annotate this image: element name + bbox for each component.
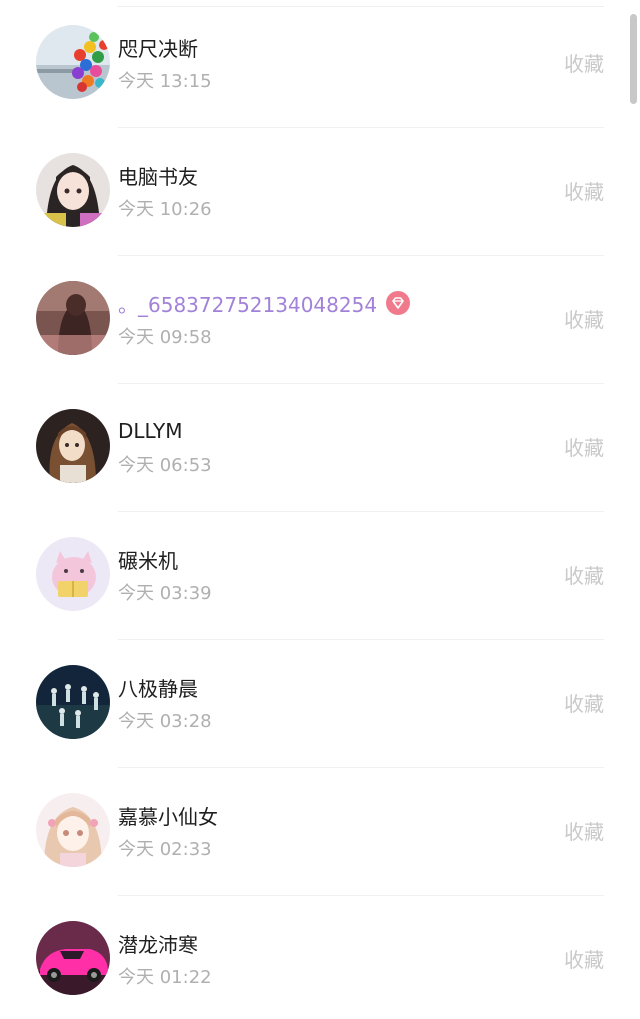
user-name: 潜龙沛寒 bbox=[118, 932, 198, 957]
favorite-button[interactable]: 收藏 bbox=[564, 560, 604, 589]
avatar[interactable] bbox=[36, 281, 110, 355]
avatar[interactable] bbox=[36, 665, 110, 739]
list-item[interactable]: 电脑书友 今天 10:26 收藏 bbox=[0, 128, 640, 256]
avatar[interactable] bbox=[36, 921, 110, 995]
timestamp: 今天 03:28 bbox=[118, 711, 212, 732]
favorite-button[interactable]: 收藏 bbox=[564, 944, 604, 973]
list-item[interactable]: 。_658372752134048254 今天 09:58 收藏 bbox=[0, 256, 640, 384]
favorite-button[interactable]: 收藏 bbox=[564, 176, 604, 205]
avatar[interactable] bbox=[36, 793, 110, 867]
user-name: 碾米机 bbox=[118, 548, 178, 573]
timestamp: 今天 03:39 bbox=[118, 583, 212, 604]
timestamp: 今天 10:26 bbox=[118, 199, 212, 220]
list-item[interactable]: 嘉慕小仙女 今天 02:33 收藏 bbox=[0, 768, 640, 896]
user-name: 咫尺决断 bbox=[118, 36, 198, 61]
avatar[interactable] bbox=[36, 537, 110, 611]
timestamp: 今天 06:53 bbox=[118, 455, 212, 476]
anime-girl-photo-icon bbox=[36, 153, 110, 227]
user-name: 八极静晨 bbox=[118, 676, 198, 701]
user-name: DLLYM bbox=[118, 419, 183, 443]
list-item[interactable]: 潜龙沛寒 今天 01:22 收藏 bbox=[0, 896, 640, 1019]
pastel-anime-girl-icon bbox=[36, 793, 110, 867]
pink-pig-reading-icon bbox=[36, 537, 110, 611]
list-item[interactable]: 咫尺决断 今天 13:15 收藏 bbox=[0, 0, 640, 128]
list-item[interactable]: 八极静晨 今天 03:28 收藏 bbox=[0, 640, 640, 768]
balloons-photo-icon bbox=[36, 25, 110, 99]
favorite-button[interactable]: 收藏 bbox=[564, 688, 604, 717]
avatar[interactable] bbox=[36, 409, 110, 483]
avatar[interactable] bbox=[36, 25, 110, 99]
pink-sports-car-icon bbox=[36, 921, 110, 995]
dancers-photo-icon bbox=[36, 665, 110, 739]
scrollbar[interactable] bbox=[630, 14, 637, 104]
ancient-girl-drawing-icon bbox=[36, 409, 110, 483]
user-name: 嘉慕小仙女 bbox=[118, 804, 218, 829]
favorite-button[interactable]: 收藏 bbox=[564, 48, 604, 77]
user-name: 。_658372752134048254 bbox=[118, 290, 411, 317]
list-item[interactable]: 碾米机 今天 03:39 收藏 bbox=[0, 512, 640, 640]
favorite-button[interactable]: 收藏 bbox=[564, 432, 604, 461]
user-name: 电脑书友 bbox=[118, 164, 198, 189]
girl-back-photo-icon bbox=[36, 281, 110, 355]
favorite-button[interactable]: 收藏 bbox=[564, 304, 604, 333]
avatar[interactable] bbox=[36, 153, 110, 227]
timestamp: 今天 13:15 bbox=[118, 71, 212, 92]
list-item[interactable]: DLLYM 今天 06:53 收藏 bbox=[0, 384, 640, 512]
timestamp: 今天 01:22 bbox=[118, 967, 212, 988]
vip-diamond-icon bbox=[386, 291, 411, 315]
timestamp: 今天 09:58 bbox=[118, 327, 212, 348]
favorites-list-screen: 咫尺决断 今天 13:15 收藏 电脑书友 今天 10:26 收藏 。_6583… bbox=[0, 0, 640, 1019]
timestamp: 今天 02:33 bbox=[118, 839, 212, 860]
favorite-button[interactable]: 收藏 bbox=[564, 816, 604, 845]
